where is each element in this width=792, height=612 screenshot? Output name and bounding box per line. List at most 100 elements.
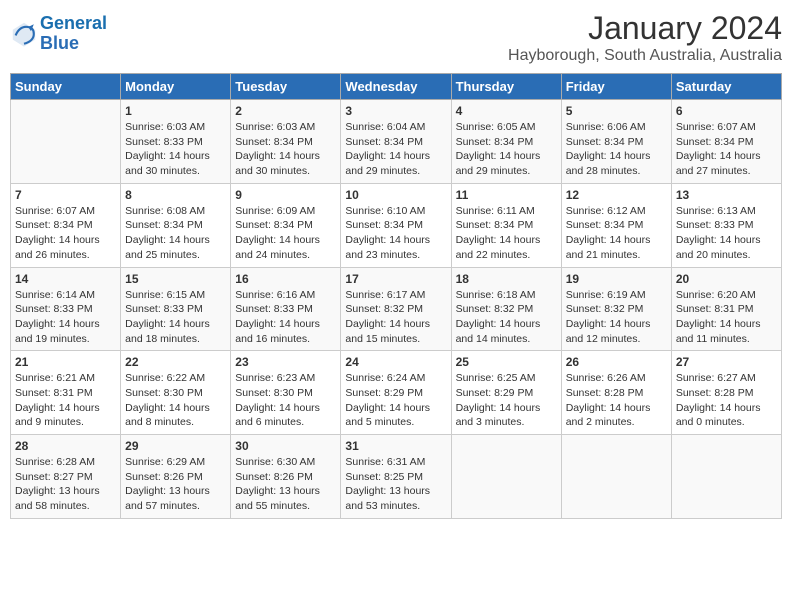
- cell-text: Sunrise: 6:17 AM Sunset: 8:32 PM Dayligh…: [345, 288, 446, 347]
- calendar-cell: 7Sunrise: 6:07 AM Sunset: 8:34 PM Daylig…: [11, 183, 121, 267]
- day-number: 19: [566, 272, 667, 286]
- week-row-4: 21 Sunrise: 6:21 AM Sunset: 8:31 PM Dayli…: [11, 351, 782, 435]
- cell-text: Sunrise: 6:25 AM Sunset: 8:29 PM Dayligh…: [456, 371, 557, 430]
- cell-text: Sunrise: 6:29 AM Sunset: 8:26 PM Dayligh…: [125, 455, 226, 514]
- day-number: 26: [566, 355, 667, 369]
- weekday-header-tuesday: Tuesday: [231, 74, 341, 100]
- calendar-cell: 3 Sunrise: 6:04 AM Sunset: 8:34 PM Daylig…: [341, 100, 451, 184]
- cell-text: Sunrise: 6:10 AM Sunset: 8:34 PM Dayligh…: [345, 204, 446, 263]
- day-number: 12: [566, 188, 667, 202]
- weekday-header-sunday: Sunday: [11, 74, 121, 100]
- day-number: 13: [676, 188, 777, 202]
- cell-text: Sunrise: 6:18 AM Sunset: 8:32 PM Dayligh…: [456, 288, 557, 347]
- day-number: 31: [345, 439, 446, 453]
- day-number: 28: [15, 439, 116, 453]
- day-number: 22: [125, 355, 226, 369]
- calendar-cell: 11Sunrise: 6:11 AM Sunset: 8:34 PM Dayli…: [451, 183, 561, 267]
- calendar-cell: 18 Sunrise: 6:18 AM Sunset: 8:32 PM Dayli…: [451, 267, 561, 351]
- weekday-header-row: SundayMondayTuesdayWednesdayThursdayFrid…: [11, 74, 782, 100]
- week-row-2: 7Sunrise: 6:07 AM Sunset: 8:34 PM Daylig…: [11, 183, 782, 267]
- weekday-header-thursday: Thursday: [451, 74, 561, 100]
- calendar-table: SundayMondayTuesdayWednesdayThursdayFrid…: [10, 73, 782, 519]
- day-number: 3: [345, 104, 446, 118]
- cell-text: Sunrise: 6:19 AM Sunset: 8:32 PM Dayligh…: [566, 288, 667, 347]
- calendar-cell: 6 Sunrise: 6:07 AM Sunset: 8:34 PM Daylig…: [671, 100, 781, 184]
- cell-text: Sunrise: 6:08 AM Sunset: 8:34 PM Dayligh…: [125, 204, 226, 263]
- cell-text: Sunrise: 6:03 AM Sunset: 8:33 PM Dayligh…: [125, 120, 226, 179]
- cell-text: Sunrise: 6:11 AM Sunset: 8:34 PM Dayligh…: [456, 204, 557, 263]
- cell-text: Sunrise: 6:13 AM Sunset: 8:33 PM Dayligh…: [676, 204, 777, 263]
- cell-text: Sunrise: 6:05 AM Sunset: 8:34 PM Dayligh…: [456, 120, 557, 179]
- cell-text: Sunrise: 6:23 AM Sunset: 8:30 PM Dayligh…: [235, 371, 336, 430]
- logo: General Blue: [10, 14, 107, 54]
- calendar-cell: [671, 435, 781, 519]
- day-number: 15: [125, 272, 226, 286]
- cell-text: Sunrise: 6:30 AM Sunset: 8:26 PM Dayligh…: [235, 455, 336, 514]
- cell-text: Sunrise: 6:22 AM Sunset: 8:30 PM Dayligh…: [125, 371, 226, 430]
- calendar-cell: 5Sunrise: 6:06 AM Sunset: 8:34 PM Daylig…: [561, 100, 671, 184]
- calendar-cell: 4Sunrise: 6:05 AM Sunset: 8:34 PM Daylig…: [451, 100, 561, 184]
- weekday-header-monday: Monday: [121, 74, 231, 100]
- day-number: 14: [15, 272, 116, 286]
- cell-text: Sunrise: 6:31 AM Sunset: 8:25 PM Dayligh…: [345, 455, 446, 514]
- cell-text: Sunrise: 6:27 AM Sunset: 8:28 PM Dayligh…: [676, 371, 777, 430]
- calendar-cell: 21 Sunrise: 6:21 AM Sunset: 8:31 PM Dayli…: [11, 351, 121, 435]
- calendar-cell: 14 Sunrise: 6:14 AM Sunset: 8:33 PM Dayli…: [11, 267, 121, 351]
- week-row-5: 28 Sunrise: 6:28 AM Sunset: 8:27 PM Dayli…: [11, 435, 782, 519]
- calendar-cell: 19 Sunrise: 6:19 AM Sunset: 8:32 PM Dayli…: [561, 267, 671, 351]
- week-row-1: 1 Sunrise: 6:03 AM Sunset: 8:33 PM Daylig…: [11, 100, 782, 184]
- day-number: 29: [125, 439, 226, 453]
- day-number: 23: [235, 355, 336, 369]
- cell-text: Sunrise: 6:21 AM Sunset: 8:31 PM Dayligh…: [15, 371, 116, 430]
- cell-text: Sunrise: 6:09 AM Sunset: 8:34 PM Dayligh…: [235, 204, 336, 263]
- day-number: 1: [125, 104, 226, 118]
- calendar-cell: 2Sunrise: 6:03 AM Sunset: 8:34 PM Daylig…: [231, 100, 341, 184]
- calendar-cell: [451, 435, 561, 519]
- calendar-cell: 31 Sunrise: 6:31 AM Sunset: 8:25 PM Dayli…: [341, 435, 451, 519]
- day-number: 8: [125, 188, 226, 202]
- weekday-header-saturday: Saturday: [671, 74, 781, 100]
- cell-text: Sunrise: 6:04 AM Sunset: 8:34 PM Dayligh…: [345, 120, 446, 179]
- calendar-cell: 29 Sunrise: 6:29 AM Sunset: 8:26 PM Dayli…: [121, 435, 231, 519]
- title-block: January 2024 Hayborough, South Australia…: [508, 10, 782, 65]
- calendar-cell: 1 Sunrise: 6:03 AM Sunset: 8:33 PM Daylig…: [121, 100, 231, 184]
- day-number: 10: [345, 188, 446, 202]
- day-number: 6: [676, 104, 777, 118]
- cell-text: Sunrise: 6:07 AM Sunset: 8:34 PM Dayligh…: [15, 204, 116, 263]
- calendar-cell: 15Sunrise: 6:15 AM Sunset: 8:33 PM Dayli…: [121, 267, 231, 351]
- calendar-cell: 27Sunrise: 6:27 AM Sunset: 8:28 PM Dayli…: [671, 351, 781, 435]
- day-number: 16: [235, 272, 336, 286]
- logo-blue: Blue: [40, 33, 79, 53]
- cell-text: Sunrise: 6:07 AM Sunset: 8:34 PM Dayligh…: [676, 120, 777, 179]
- day-number: 30: [235, 439, 336, 453]
- day-number: 9: [235, 188, 336, 202]
- weekday-header-friday: Friday: [561, 74, 671, 100]
- calendar-cell: 20 Sunrise: 6:20 AM Sunset: 8:31 PM Dayli…: [671, 267, 781, 351]
- cell-text: Sunrise: 6:03 AM Sunset: 8:34 PM Dayligh…: [235, 120, 336, 179]
- calendar-cell: 13 Sunrise: 6:13 AM Sunset: 8:33 PM Dayli…: [671, 183, 781, 267]
- calendar-cell: 16 Sunrise: 6:16 AM Sunset: 8:33 PM Dayli…: [231, 267, 341, 351]
- calendar-cell: 10 Sunrise: 6:10 AM Sunset: 8:34 PM Dayli…: [341, 183, 451, 267]
- day-number: 20: [676, 272, 777, 286]
- cell-text: Sunrise: 6:28 AM Sunset: 8:27 PM Dayligh…: [15, 455, 116, 514]
- calendar-cell: 26 Sunrise: 6:26 AM Sunset: 8:28 PM Dayli…: [561, 351, 671, 435]
- location: Hayborough, South Australia, Australia: [508, 47, 782, 65]
- day-number: 24: [345, 355, 446, 369]
- logo-general: General: [40, 13, 107, 33]
- day-number: 25: [456, 355, 557, 369]
- day-number: 21: [15, 355, 116, 369]
- cell-text: Sunrise: 6:24 AM Sunset: 8:29 PM Dayligh…: [345, 371, 446, 430]
- calendar-cell: 30 Sunrise: 6:30 AM Sunset: 8:26 PM Dayli…: [231, 435, 341, 519]
- calendar-cell: [11, 100, 121, 184]
- month-year: January 2024: [508, 10, 782, 47]
- day-number: 18: [456, 272, 557, 286]
- calendar-cell: 17Sunrise: 6:17 AM Sunset: 8:32 PM Dayli…: [341, 267, 451, 351]
- calendar-cell: [561, 435, 671, 519]
- cell-text: Sunrise: 6:16 AM Sunset: 8:33 PM Dayligh…: [235, 288, 336, 347]
- week-row-3: 14 Sunrise: 6:14 AM Sunset: 8:33 PM Dayli…: [11, 267, 782, 351]
- header: General Blue January 2024 Hayborough, So…: [10, 10, 782, 65]
- cell-text: Sunrise: 6:12 AM Sunset: 8:34 PM Dayligh…: [566, 204, 667, 263]
- cell-text: Sunrise: 6:14 AM Sunset: 8:33 PM Dayligh…: [15, 288, 116, 347]
- cell-text: Sunrise: 6:26 AM Sunset: 8:28 PM Dayligh…: [566, 371, 667, 430]
- cell-text: Sunrise: 6:20 AM Sunset: 8:31 PM Dayligh…: [676, 288, 777, 347]
